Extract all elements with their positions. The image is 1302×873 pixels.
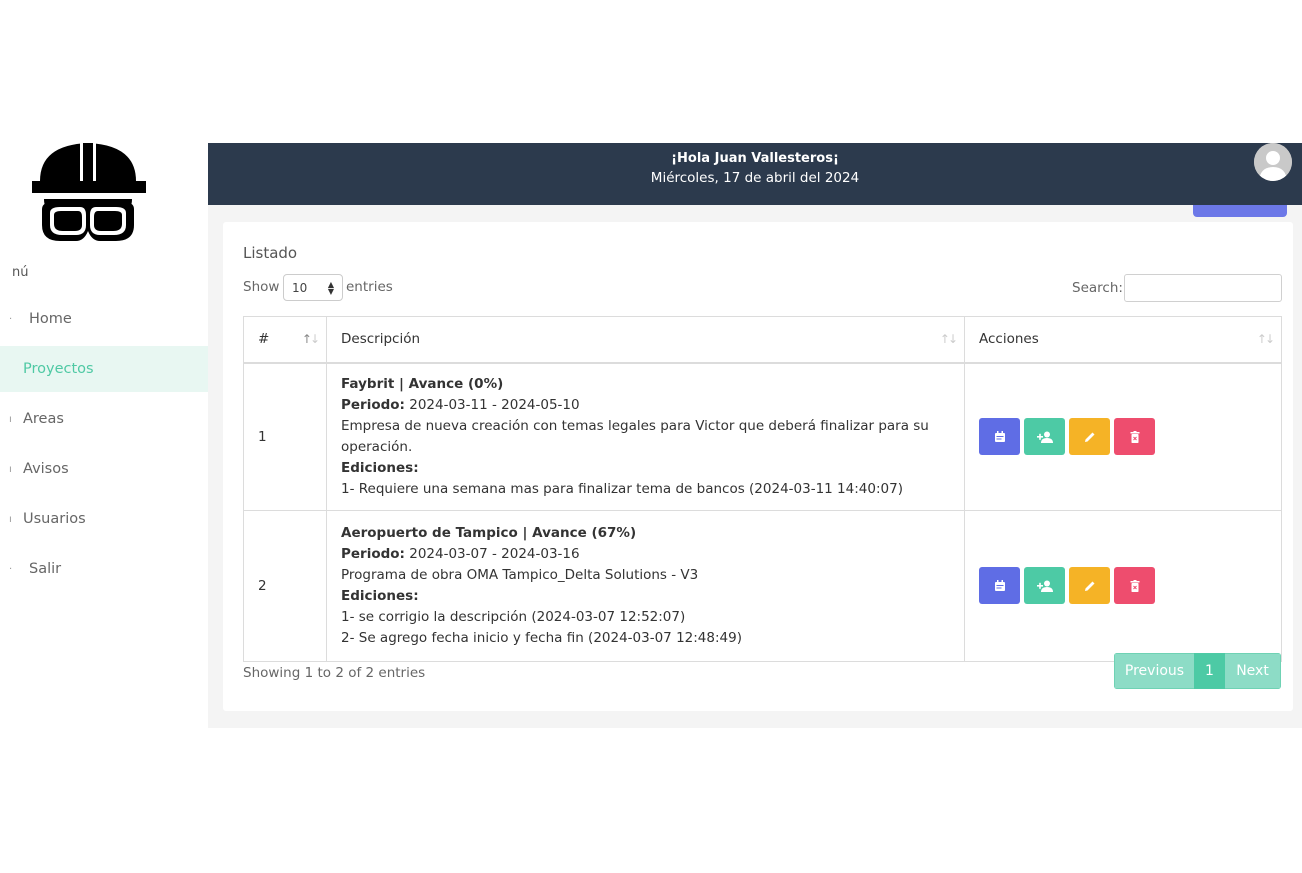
bullet-icon: ı — [9, 463, 12, 475]
editions-label: Ediciones: — [341, 587, 419, 604]
sidebar-item-salir[interactable]: · Salir — [0, 546, 208, 592]
column-header-actions[interactable]: Acciones ↑↓ — [964, 316, 1282, 364]
sidebar-item-label: Salir — [29, 561, 62, 577]
project-description: Programa de obra OMA Tampico_Delta Solut… — [341, 566, 699, 583]
sidebar-item-usuarios[interactable]: ı Usuarios — [0, 496, 208, 542]
edition-item: 1- Requiere una semana mas para finaliza… — [341, 480, 903, 497]
projects-table: # ↑↓ Descripción ↑↓ Acciones ↑↓ 1 Faybri… — [243, 316, 1282, 662]
next-button[interactable]: Next — [1225, 653, 1281, 689]
pagination: Previous 1 Next — [1114, 653, 1281, 689]
calendar-button[interactable] — [979, 418, 1020, 455]
bullet-icon: ı — [9, 413, 12, 425]
sidebar-item-label: Avisos — [23, 461, 69, 477]
edit-button[interactable] — [1069, 567, 1110, 604]
calendar-icon — [994, 430, 1005, 442]
pencil-icon — [1084, 581, 1094, 591]
sidebar-item-label: Areas — [23, 411, 64, 427]
project-title: Aeropuerto de Tampico | Avance (67%) — [341, 524, 637, 541]
row-number: 1 — [243, 362, 327, 511]
pencil-icon — [1084, 432, 1094, 442]
table-header-row: # ↑↓ Descripción ↑↓ Acciones ↑↓ — [243, 316, 1282, 364]
calendar-icon — [994, 579, 1005, 591]
sidebar-item-label: Proyectos — [23, 361, 94, 377]
search-input[interactable] — [1124, 274, 1282, 302]
sidebar-item-label: Usuarios — [23, 511, 86, 527]
bullet-icon: · — [9, 313, 13, 325]
add-project-button[interactable] — [1193, 205, 1287, 217]
row-description: Aeropuerto de Tampico | Avance (67%) Per… — [326, 509, 965, 662]
table-row: 2 Aeropuerto de Tampico | Avance (67%) P… — [243, 509, 1282, 662]
sidebar-item-areas[interactable]: ı Areas — [0, 396, 208, 442]
editions-label: Ediciones: — [341, 459, 419, 476]
trash-icon — [1130, 579, 1139, 592]
hardhat-logo — [28, 143, 148, 243]
bullet-icon: · — [9, 563, 13, 575]
row-description: Faybrit | Avance (0%) Periodo: 2024-03-1… — [326, 362, 965, 511]
add-user-button[interactable] — [1024, 567, 1065, 604]
edit-button[interactable] — [1069, 418, 1110, 455]
sort-icon: ↑↓ — [1256, 332, 1275, 346]
projects-card: Listado Show 10 ▲ ▼ entries Search: # ↑↓ … — [223, 222, 1293, 711]
row-number: 2 — [243, 509, 327, 662]
sort-asc-icon: ↑↓ — [301, 332, 320, 346]
page-1-button[interactable]: 1 — [1194, 653, 1225, 689]
project-period: Periodo: 2024-03-07 - 2024-03-16 — [341, 545, 580, 562]
table-row: 1 Faybrit | Avance (0%) Periodo: 2024-03… — [243, 362, 1282, 511]
add-user-icon — [1036, 580, 1053, 592]
app-window: nú · Home Proyectos ı Areas ı Avisos ı U… — [0, 0, 1302, 873]
header-bar: ¡Hola Juan Vallesteros¡ Miércoles, 17 de… — [208, 143, 1302, 205]
card-title: Listado — [243, 244, 298, 262]
select-arrows-icon: ▲ ▼ — [327, 280, 334, 296]
page-length-select[interactable]: 10 ▲ ▼ — [283, 274, 343, 301]
project-period: Periodo: 2024-03-11 - 2024-05-10 — [341, 396, 580, 413]
column-header-description[interactable]: Descripción ↑↓ — [326, 316, 965, 364]
avatar[interactable] — [1254, 143, 1292, 181]
add-user-icon — [1036, 431, 1053, 443]
current-date: Miércoles, 17 de abril del 2024 — [650, 170, 860, 186]
calendar-button[interactable] — [979, 567, 1020, 604]
trash-icon — [1130, 430, 1139, 443]
sidebar-item-proyectos[interactable]: Proyectos — [0, 346, 208, 392]
sidebar-item-label: Home — [29, 311, 72, 327]
row-actions — [964, 362, 1282, 511]
project-description: Empresa de nueva creación con temas lega… — [341, 417, 929, 455]
row-actions — [964, 509, 1282, 662]
sort-icon: ↑↓ — [939, 332, 958, 346]
delete-button[interactable] — [1114, 418, 1155, 455]
search-label: Search: — [1072, 280, 1123, 296]
greeting: ¡Hola Juan Vallesteros¡ — [671, 151, 839, 166]
sidebar-item-avisos[interactable]: ı Avisos — [0, 446, 208, 492]
menu-heading: nú — [12, 265, 29, 280]
edition-item: 2- Se agrego fecha inicio y fecha fin (2… — [341, 629, 742, 646]
project-title: Faybrit | Avance (0%) — [341, 375, 504, 392]
add-user-button[interactable] — [1024, 418, 1065, 455]
table-info: Showing 1 to 2 of 2 entries — [243, 665, 426, 681]
page-length-value: 10 — [292, 281, 308, 295]
previous-button[interactable]: Previous — [1114, 653, 1194, 689]
bullet-icon — [9, 365, 13, 374]
column-header-number[interactable]: # ↑↓ — [243, 316, 327, 364]
bullet-icon: ı — [9, 513, 12, 525]
edition-item: 1- se corrigio la descripción (2024-03-0… — [341, 608, 686, 625]
sidebar-item-home[interactable]: · Home — [0, 296, 208, 342]
entries-label: entries — [346, 279, 393, 295]
delete-button[interactable] — [1114, 567, 1155, 604]
show-label: Show — [243, 279, 280, 295]
